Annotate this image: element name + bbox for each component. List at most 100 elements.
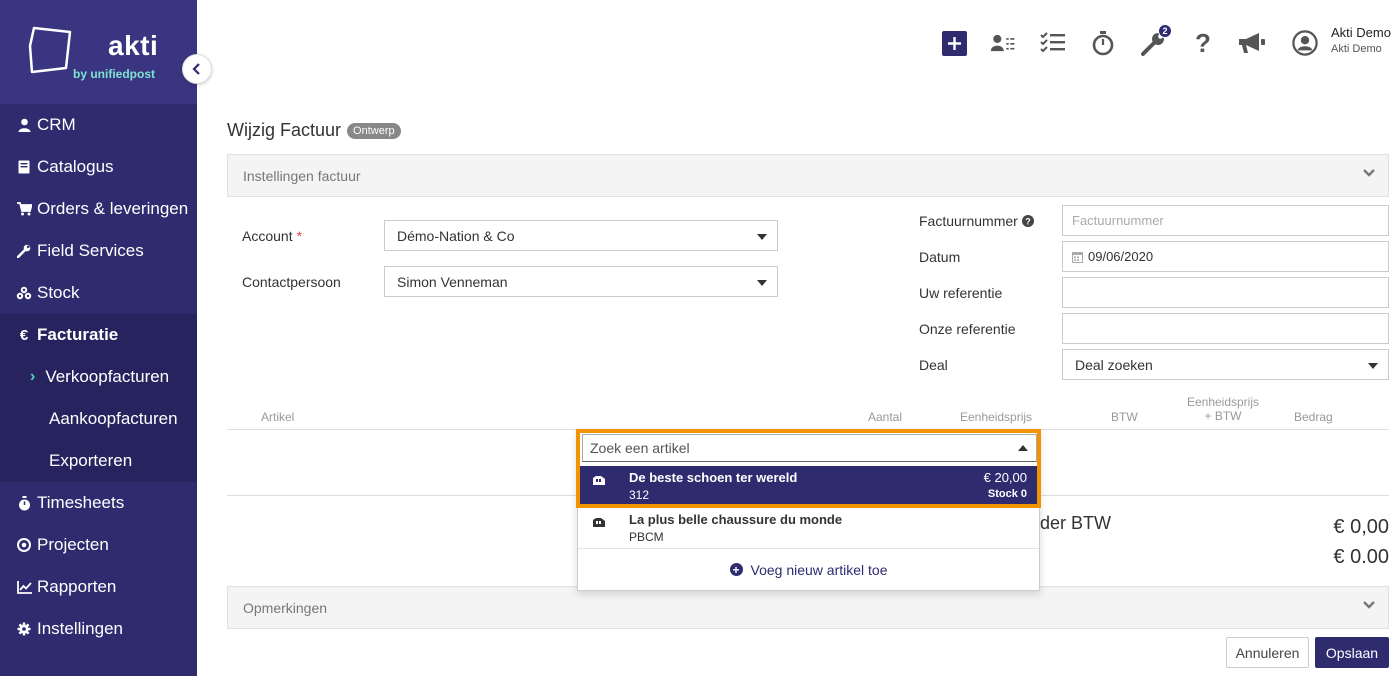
- chevron-right-icon: ›: [30, 368, 36, 385]
- column-header-unit-price-vat: Eenheidsprijs + BTW: [1186, 395, 1260, 423]
- caret-down-icon: [1368, 363, 1378, 369]
- total-incl-vat-value: € 0.00: [1333, 546, 1389, 568]
- chevron-down-icon: [1363, 601, 1375, 609]
- sidebar-item-projecten[interactable]: Projecten: [0, 524, 197, 566]
- target-icon: [16, 537, 32, 553]
- caret-down-icon: [757, 280, 767, 286]
- sidebar-item-label: Orders & leveringen: [37, 199, 189, 218]
- cart-icon: [16, 201, 32, 217]
- sidebar-item-orders[interactable]: Orders & leveringen: [0, 188, 197, 230]
- add-new-article-button[interactable]: + Voeg nieuw artikel toe: [578, 548, 1039, 590]
- plus-circle-icon: +: [729, 563, 743, 576]
- sidebar-item-verkoopfacturen[interactable]: › Verkoopfacturen: [0, 356, 197, 398]
- sidebar-item-label: Verkoopfacturen: [45, 367, 170, 386]
- account-select[interactable]: Démo-Nation & Co: [384, 220, 778, 251]
- sidebar-item-label: Field Services: [37, 241, 144, 260]
- wrench-icon: [16, 243, 32, 259]
- account-label-text: Account: [242, 228, 293, 244]
- svg-text:?: ?: [1025, 217, 1031, 227]
- your-reference-input[interactable]: [1062, 277, 1389, 308]
- logo-icon: [28, 26, 72, 74]
- sidebar-item-label: CRM: [37, 115, 76, 134]
- article-option-name: De beste schoen ter wereld: [629, 470, 798, 485]
- user-name[interactable]: Akti Demo: [1331, 25, 1391, 40]
- sidebar-item-label: Timesheets: [37, 493, 125, 512]
- user-icon: [16, 117, 32, 133]
- our-reference-input[interactable]: [1062, 313, 1389, 344]
- user-list-icon: [990, 34, 1015, 52]
- deal-label: Deal: [919, 357, 948, 373]
- tasks-button[interactable]: [1040, 30, 1066, 56]
- sidebar-item-label: Catalogus: [37, 157, 114, 176]
- book-icon: [16, 159, 32, 175]
- article-option-code: 312: [629, 488, 650, 502]
- article-search-input[interactable]: Zoek een artikel: [582, 434, 1037, 462]
- add-button[interactable]: [941, 30, 967, 56]
- sidebar-item-aankoopfacturen[interactable]: Aankoopfacturen: [0, 398, 197, 440]
- column-header-quantity: Aantal: [868, 410, 903, 424]
- save-button[interactable]: Opslaan: [1315, 637, 1389, 668]
- chart-icon: [16, 579, 32, 595]
- settings-panel-header[interactable]: Instellingen factuur: [227, 154, 1389, 197]
- cubes-icon: [16, 285, 32, 301]
- user-avatar[interactable]: [1292, 30, 1318, 56]
- article-search-placeholder: Zoek een artikel: [590, 440, 690, 456]
- user-company: Akti Demo: [1331, 43, 1382, 55]
- logo-area: akti by unifiedpost: [0, 0, 197, 104]
- sidebar-nav: CRM Catalogus Orders & leveringen Field …: [0, 104, 197, 650]
- timer-button[interactable]: [1090, 30, 1116, 56]
- invoice-number-input[interactable]: Factuurnummer: [1062, 205, 1389, 236]
- date-input[interactable]: 09/06/2020: [1062, 241, 1389, 272]
- help-button[interactable]: ?: [1190, 30, 1216, 56]
- sidebar: akti by unifiedpost CRM Catalogus Orders…: [0, 0, 197, 676]
- sidebar-item-timesheets[interactable]: Timesheets: [0, 482, 197, 524]
- invoice-number-label: Factuurnummer ?: [919, 213, 1034, 229]
- help-circle-icon[interactable]: ?: [1021, 215, 1034, 227]
- sidebar-item-label: Exporteren: [49, 451, 133, 470]
- column-header-unit-price: Eenheidsprijs: [960, 410, 1033, 424]
- settings-panel-title: Instellingen factuur: [243, 167, 361, 184]
- invoice-number-label-text: Factuurnummer: [919, 213, 1018, 229]
- sidebar-item-crm[interactable]: CRM: [0, 104, 197, 146]
- sidebar-item-label: Facturatie: [37, 325, 119, 344]
- tools-button[interactable]: 2: [1140, 24, 1172, 56]
- user-circle-icon: [1292, 30, 1318, 56]
- article-option-price: € 20,00: [983, 470, 1027, 485]
- sidebar-item-label: Aankoopfacturen: [49, 409, 178, 428]
- our-reference-label: Onze referentie: [919, 321, 1016, 337]
- remarks-panel-header[interactable]: Opmerkingen: [227, 586, 1389, 629]
- announcements-button[interactable]: [1237, 30, 1267, 56]
- sidebar-item-label: Rapporten: [37, 577, 117, 596]
- sidebar-item-field-services[interactable]: Field Services: [0, 230, 197, 272]
- article-icon: [593, 518, 605, 527]
- collapse-sidebar-button[interactable]: [182, 54, 212, 84]
- article-option[interactable]: De beste schoen ter wereld 312 € 20,00 S…: [580, 466, 1037, 506]
- contact-select[interactable]: Simon Venneman: [384, 266, 778, 297]
- sidebar-item-exporteren[interactable]: Exporteren: [0, 440, 197, 482]
- calendar-icon: [1072, 251, 1083, 263]
- question-icon: ?: [1195, 28, 1211, 58]
- column-header-article: Artikel: [261, 410, 295, 424]
- article-dropdown: Zoek een artikel De beste schoen ter wer…: [577, 429, 1040, 591]
- article-option-name: La plus belle chaussure du monde: [629, 512, 843, 527]
- add-new-article-label: Voeg nieuw artikel toe: [750, 561, 888, 578]
- gear-icon: [16, 621, 32, 637]
- sidebar-item-instellingen[interactable]: Instellingen: [0, 608, 197, 650]
- brand-name: akti: [108, 30, 159, 61]
- sidebar-item-label: Stock: [37, 283, 80, 302]
- column-header-unit-price-vat-line2: + BTW: [1204, 409, 1242, 423]
- sidebar-item-rapporten[interactable]: Rapporten: [0, 566, 197, 608]
- page-title-text: Wijzig Factuur: [227, 120, 342, 140]
- checklist-icon: [1040, 32, 1065, 53]
- sidebar-item-stock[interactable]: Stock: [0, 272, 197, 314]
- euro-icon: €: [19, 326, 29, 344]
- article-option[interactable]: La plus belle chaussure du monde PBCM: [580, 508, 1037, 548]
- deal-select[interactable]: Deal zoeken: [1062, 349, 1389, 380]
- required-marker: *: [296, 228, 303, 244]
- contacts-button[interactable]: [990, 30, 1016, 56]
- your-reference-label: Uw referentie: [919, 285, 1003, 301]
- sidebar-item-facturatie[interactable]: € Facturatie: [0, 314, 197, 356]
- sidebar-item-catalogus[interactable]: Catalogus: [0, 146, 197, 188]
- cancel-button[interactable]: Annuleren: [1226, 637, 1309, 668]
- plus-icon: [941, 30, 967, 56]
